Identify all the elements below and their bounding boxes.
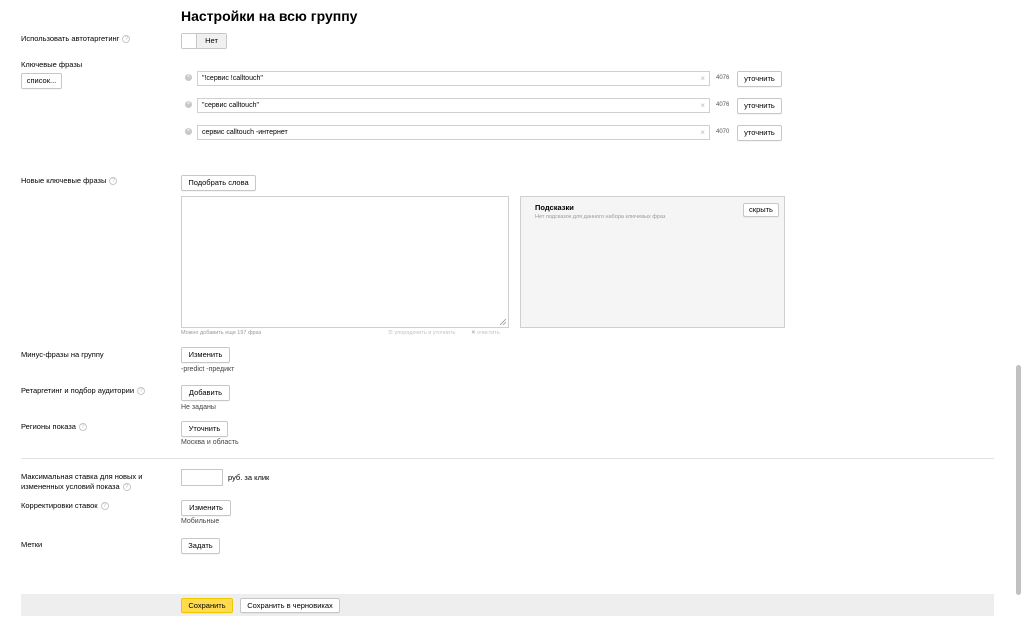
sort-refine-link[interactable]: ☰ упорядочить и уточнить xyxy=(388,330,455,336)
footer-bar xyxy=(21,594,994,616)
help-icon[interactable]: ? xyxy=(122,35,131,44)
hints-title: Подсказки xyxy=(535,203,574,212)
new-keywords-label-text: Новые ключевые фразы xyxy=(21,176,107,185)
help-icon[interactable]: ? xyxy=(100,502,109,511)
save-button[interactable]: Сохранить xyxy=(181,598,233,613)
clear-link[interactable]: ✕ очистить xyxy=(471,330,500,336)
new-keywords-textarea[interactable] xyxy=(181,196,509,328)
retargeting-value: Не заданы xyxy=(181,404,216,411)
clear-icon[interactable]: × xyxy=(700,72,705,85)
keyword-field[interactable]: сервис calltouch -интернет × xyxy=(197,125,710,140)
keyword-text: сервис calltouch -интернет xyxy=(202,129,288,136)
keywords-label: Ключевые фразы xyxy=(21,60,83,69)
retargeting-label-text: Ретаргетинг и подбор аудитории xyxy=(21,386,135,395)
refine-keyword-button[interactable]: уточнить xyxy=(737,125,782,141)
keyword-text: "!сервис !calltouch" xyxy=(202,75,263,82)
page-title: Настройки на всю группу xyxy=(181,8,358,24)
scrollbar[interactable] xyxy=(1016,365,1021,595)
keyword-count: 4070 xyxy=(716,129,730,135)
retargeting-label: Ретаргетинг и подбор аудитории? xyxy=(21,386,146,396)
regions-value: Москва и область xyxy=(181,439,239,446)
clear-x-icon: ✕ xyxy=(471,330,476,336)
help-icon[interactable]: ? xyxy=(78,423,87,432)
clear-link-text: очистить xyxy=(477,330,500,336)
remaining-phrases-note: Можно добавить еще 197 фраз xyxy=(181,330,262,336)
edit-bid-adjustments-button[interactable]: Изменить xyxy=(181,500,231,516)
bid-adjustments-label: Корректировки ставок? xyxy=(21,501,109,511)
sort-refine-text: упорядочить и уточнить xyxy=(394,330,456,336)
sort-icon: ☰ xyxy=(388,330,393,336)
max-bid-unit: руб. за клик xyxy=(228,473,270,482)
bid-adjustments-value: Мобильные xyxy=(181,518,220,525)
refine-regions-button[interactable]: Уточнить xyxy=(181,421,228,437)
bid-adjustments-label-text: Корректировки ставок xyxy=(21,501,98,510)
max-bid-input[interactable] xyxy=(181,469,223,486)
toggle-knob xyxy=(182,34,197,48)
save-draft-button[interactable]: Сохранить в черновиках xyxy=(240,598,340,613)
autotargeting-toggle[interactable]: Нет xyxy=(181,33,227,49)
keyword-field[interactable]: "!сервис !calltouch" × xyxy=(197,71,710,86)
toggle-state: Нет xyxy=(197,34,226,48)
hide-hints-button[interactable]: скрыть xyxy=(743,203,779,217)
help-icon[interactable]: ? xyxy=(122,483,131,492)
pick-words-button[interactable]: Подобрать слова xyxy=(181,175,256,191)
autotargeting-label: Использовать автотаргетинг? xyxy=(21,34,131,44)
max-bid-label: Максимальная ставка для новых и измененн… xyxy=(21,472,142,492)
remove-keyword-icon[interactable]: × xyxy=(185,101,192,108)
clear-icon[interactable]: × xyxy=(700,99,705,112)
add-retargeting-button[interactable]: Добавить xyxy=(181,385,230,401)
minus-phrases-value: -predict -предикт xyxy=(181,366,235,373)
autotargeting-label-text: Использовать автотаргетинг xyxy=(21,34,120,43)
clear-icon[interactable]: × xyxy=(700,126,705,139)
minus-phrases-label: Минус-фразы на группу xyxy=(21,350,104,359)
help-icon[interactable]: ? xyxy=(137,387,146,396)
max-bid-label-line2-wrap: измененных условий показа? xyxy=(21,482,142,492)
max-bid-label-line1: Максимальная ставка для новых и xyxy=(21,472,143,481)
refine-keyword-button[interactable]: уточнить xyxy=(737,71,782,87)
refine-keyword-button[interactable]: уточнить xyxy=(737,98,782,114)
remove-keyword-icon[interactable]: × xyxy=(185,74,192,81)
help-icon[interactable]: ? xyxy=(109,177,118,186)
keyword-field[interactable]: "сервис calltouch" × xyxy=(197,98,710,113)
keyword-text: "сервис calltouch" xyxy=(202,102,259,109)
keywords-list-button[interactable]: список... xyxy=(21,73,62,89)
new-keywords-label: Новые ключевые фразы? xyxy=(21,176,118,186)
max-bid-label-line2: измененных условий показа xyxy=(21,482,120,491)
regions-label: Регионы показа? xyxy=(21,422,87,432)
set-tags-button[interactable]: Задать xyxy=(181,538,220,554)
regions-label-text: Регионы показа xyxy=(21,422,76,431)
hints-empty-text: Нет подсказок для данного набора ключевы… xyxy=(535,214,666,220)
remove-keyword-icon[interactable]: × xyxy=(185,128,192,135)
divider xyxy=(21,458,994,459)
edit-minus-phrases-button[interactable]: Изменить xyxy=(181,347,230,363)
hints-panel: Подсказки Нет подсказок для данного набо… xyxy=(520,196,785,328)
resize-handle-icon[interactable] xyxy=(500,319,506,325)
keyword-count: 4076 xyxy=(716,102,730,108)
tags-label: Метки xyxy=(21,540,43,549)
keyword-count: 4076 xyxy=(716,75,730,81)
